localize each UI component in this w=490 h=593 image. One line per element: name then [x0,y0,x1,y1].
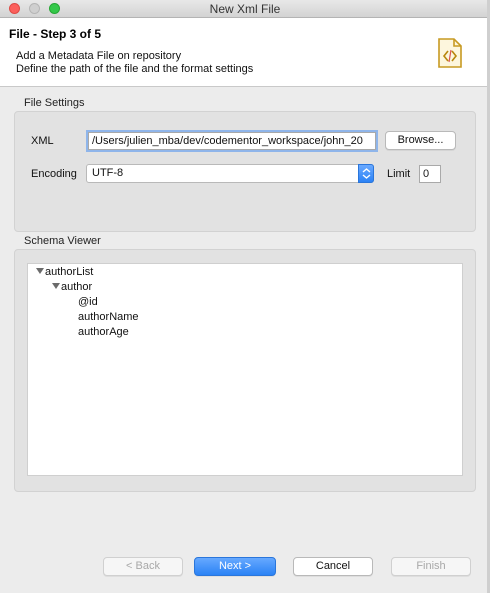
encoding-select[interactable]: UTF-8 [86,164,374,183]
title-bar: New Xml File [0,0,490,18]
limit-label: Limit [387,168,411,180]
back-button[interactable]: < Back [103,557,183,576]
next-button[interactable]: Next > [194,557,276,576]
wizard-header: File - Step 3 of 5 Add a Metadata File o… [0,18,490,87]
tree-node-authorage[interactable]: authorAge [78,326,129,338]
tree-node-authorlist[interactable]: authorList [36,266,93,278]
step-description-line2: Define the path of the file and the form… [16,63,254,75]
tree-node-id[interactable]: @id [78,296,98,308]
xml-path-input[interactable]: /Users/julien_mba/dev/codementor_workspa… [88,132,376,150]
expand-triangle-icon[interactable] [52,283,60,289]
xml-label: XML [31,135,54,147]
xml-file-icon [438,38,462,68]
schema-tree[interactable]: authorList author @id authorName authorA… [27,263,463,476]
cancel-button[interactable]: Cancel [293,557,373,576]
step-description-line1: Add a Metadata File on repository [16,50,182,62]
encoding-label: Encoding [31,168,77,180]
file-settings-label: File Settings [24,97,85,109]
window-title: New Xml File [209,2,281,16]
limit-input[interactable]: 0 [419,165,441,183]
tree-node-authorname[interactable]: authorName [78,311,139,323]
expand-triangle-icon[interactable] [36,268,44,274]
finish-button[interactable]: Finish [391,557,471,576]
encoding-value: UTF-8 [92,167,124,179]
step-title: File - Step 3 of 5 [9,27,102,41]
tree-node-author[interactable]: author [52,281,92,293]
schema-viewer-label: Schema Viewer [24,235,101,247]
chevron-down-icon[interactable] [358,164,374,183]
new-xml-file-window: New Xml File File - Step 3 of 5 Add a Me… [0,0,490,593]
browse-button[interactable]: Browse... [385,131,456,150]
